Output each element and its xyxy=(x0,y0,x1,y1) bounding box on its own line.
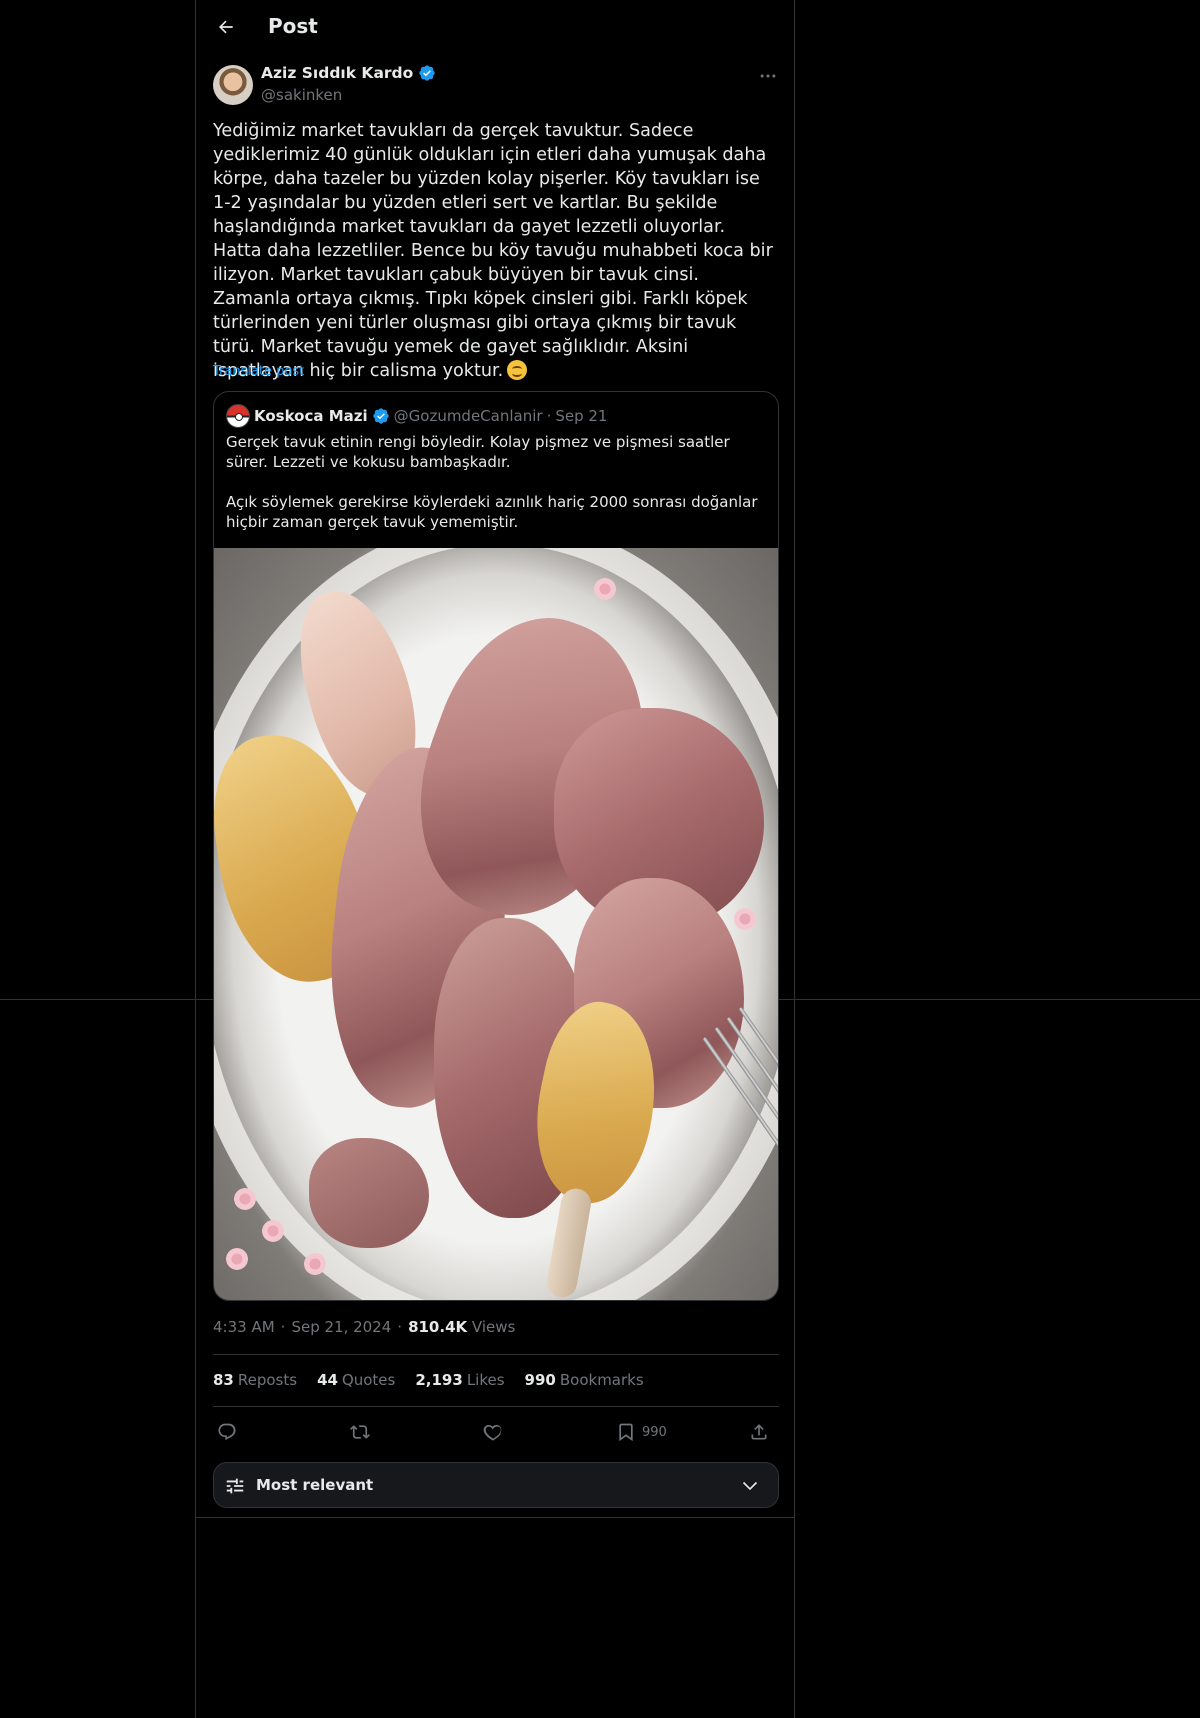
quote-date[interactable]: Sep 21 xyxy=(555,407,607,425)
back-button[interactable] xyxy=(212,13,240,41)
share-button[interactable] xyxy=(749,1418,769,1446)
reposts-stat[interactable]: 83 Reposts xyxy=(213,1371,297,1389)
more-options-button[interactable] xyxy=(756,64,780,88)
sort-label: Most relevant xyxy=(256,1476,374,1494)
author-name-row[interactable]: Aziz Sıddık Kardo xyxy=(261,64,436,82)
reply-sort-dropdown[interactable]: Most relevant xyxy=(213,1462,779,1508)
verified-badge-icon xyxy=(372,408,389,424)
sliders-icon xyxy=(226,1478,244,1494)
action-bar: 990 xyxy=(213,1418,779,1446)
plate-flower-pattern xyxy=(304,1253,326,1275)
smiling-face-emoji-icon xyxy=(507,360,528,380)
bookmark-button[interactable]: 990 xyxy=(616,1418,667,1446)
heart-icon xyxy=(483,1424,502,1441)
author-avatar[interactable] xyxy=(213,65,253,105)
quote-author-avatar[interactable] xyxy=(226,404,250,428)
quote-author-name[interactable]: Koskoca Mazi xyxy=(254,407,368,425)
main-column: Post Aziz Sıddık Kardo @sakinken Yediğim… xyxy=(195,0,795,1718)
repost-icon xyxy=(350,1425,370,1439)
plate-flower-pattern xyxy=(226,1248,248,1270)
divider xyxy=(213,1354,779,1355)
post-body: Yediğimiz market tavukları da gerçek tav… xyxy=(213,119,779,383)
post-date[interactable]: Sep 21, 2024 xyxy=(291,1318,391,1336)
views-count: 810.4K xyxy=(408,1318,468,1336)
quote-separator-dot: · xyxy=(546,407,552,425)
plate-flower-pattern xyxy=(262,1220,284,1242)
bookmarks-count: 990 xyxy=(524,1371,556,1389)
author-handle[interactable]: @sakinken xyxy=(261,86,342,104)
bookmark-icon xyxy=(619,1423,633,1442)
reposts-label: Reposts xyxy=(237,1371,298,1389)
views-label: Views xyxy=(471,1318,516,1336)
quotes-stat[interactable]: 44 Quotes xyxy=(317,1371,395,1389)
verified-badge-icon xyxy=(419,65,435,81)
plate-flower-pattern xyxy=(594,578,616,600)
like-button[interactable] xyxy=(483,1418,503,1446)
reply-icon xyxy=(218,1423,236,1441)
more-horizontal-icon xyxy=(760,74,776,78)
reply-button[interactable] xyxy=(217,1418,237,1446)
quote-author-handle[interactable]: @GozumdeCanlanir xyxy=(394,407,543,425)
quote-header: Koskoca Mazi @GozumdeCanlanir · Sep 21 xyxy=(226,404,607,428)
plate-flower-pattern xyxy=(234,1188,256,1210)
page-title: Post xyxy=(268,14,318,38)
meta-separator-dot: · xyxy=(280,1318,286,1336)
share-icon xyxy=(751,1424,767,1440)
author-name[interactable]: Aziz Sıddık Kardo xyxy=(261,64,413,82)
bookmarks-stat[interactable]: 990 Bookmarks xyxy=(525,1371,644,1389)
views-stat: 810.4K Views xyxy=(408,1318,515,1336)
engagement-stats: 83 Reposts 44 Quotes 2,193 Likes 990 Bookmar… xyxy=(213,1371,644,1389)
quote-text: Gerçek tavuk etinin rengi böyledir. Kola… xyxy=(226,433,758,531)
quotes-count: 44 xyxy=(317,1371,338,1389)
post-time[interactable]: 4:33 AM xyxy=(213,1318,275,1336)
bookmarks-label: Bookmarks xyxy=(559,1371,644,1389)
post-meta: 4:33 AM · Sep 21, 2024 · 810.4K Views xyxy=(213,1318,515,1336)
divider xyxy=(213,1406,779,1407)
quotes-label: Quotes xyxy=(341,1371,396,1389)
quote-photo-boiled-chicken[interactable] xyxy=(214,548,778,1300)
plate-flower-pattern xyxy=(734,908,756,930)
likes-count: 2,193 xyxy=(415,1371,463,1389)
meta-separator-dot: · xyxy=(397,1318,403,1336)
likes-label: Likes xyxy=(466,1371,505,1389)
arrow-left-icon xyxy=(219,20,233,34)
chicken-meat-piece xyxy=(309,1138,429,1248)
reposts-count: 83 xyxy=(213,1371,234,1389)
quoted-post-card[interactable]: Koskoca Mazi @GozumdeCanlanir · Sep 21 G… xyxy=(213,391,779,1301)
post-text: Yediğimiz market tavukları da gerçek tav… xyxy=(213,121,779,381)
likes-stat[interactable]: 2,193 Likes xyxy=(415,1371,504,1389)
top-header: Post xyxy=(196,0,794,54)
chevron-down-icon xyxy=(742,1481,758,1491)
bookmark-count: 990 xyxy=(642,1424,667,1440)
repost-button[interactable] xyxy=(350,1418,370,1446)
translate-post-link[interactable]: Translate post xyxy=(213,364,304,379)
divider xyxy=(196,1517,794,1518)
